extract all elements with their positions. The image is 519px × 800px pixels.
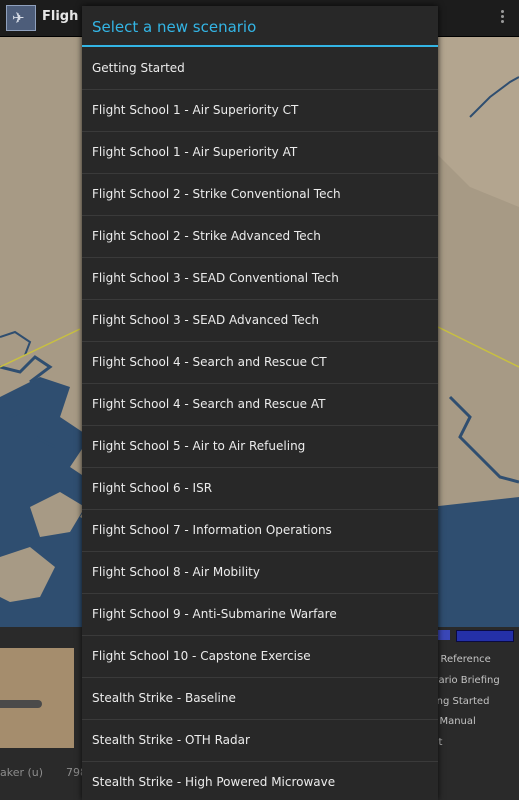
scenario-label: Getting Started bbox=[92, 61, 185, 75]
scenario-label: Flight School 3 - SEAD Conventional Tech bbox=[92, 271, 339, 285]
scenario-label: Stealth Strike - OTH Radar bbox=[92, 733, 250, 747]
scenario-item[interactable]: Flight School 3 - SEAD Conventional Tech bbox=[82, 258, 438, 300]
dialog-title: Select a new scenario bbox=[92, 18, 257, 36]
dialog-divider bbox=[82, 45, 438, 47]
scenario-item[interactable]: Stealth Strike - High Powered Microwave bbox=[82, 762, 438, 800]
scenario-label: Flight School 10 - Capstone Exercise bbox=[92, 649, 311, 663]
scenario-label: Flight School 4 - Search and Rescue CT bbox=[92, 355, 327, 369]
sensor-label: aker (u) bbox=[0, 766, 44, 779]
scenario-label: Flight School 4 - Search and Rescue AT bbox=[92, 397, 326, 411]
scenario-item[interactable]: Flight School 2 - Strike Advanced Tech bbox=[82, 216, 438, 258]
scenario-item[interactable]: Flight School 3 - SEAD Advanced Tech bbox=[82, 300, 438, 342]
aircraft-thumbnail[interactable] bbox=[0, 648, 74, 748]
aircraft-icon[interactable]: ✈ bbox=[6, 5, 36, 31]
scenario-item[interactable]: Flight School 6 - ISR bbox=[82, 468, 438, 510]
scenario-label: Flight School 1 - Air Superiority AT bbox=[92, 145, 298, 159]
scenario-item[interactable]: Getting Started bbox=[82, 48, 438, 90]
scenario-item[interactable]: Flight School 1 - Air Superiority AT bbox=[82, 132, 438, 174]
scenario-item[interactable]: Flight School 4 - Search and Rescue CT bbox=[82, 342, 438, 384]
scenario-item[interactable]: Stealth Strike - OTH Radar bbox=[82, 720, 438, 762]
scenario-label: Flight School 2 - Strike Advanced Tech bbox=[92, 229, 321, 243]
scenario-item[interactable]: Flight School 4 - Search and Rescue AT bbox=[82, 384, 438, 426]
scenario-item[interactable]: Flight School 5 - Air to Air Refueling bbox=[82, 426, 438, 468]
scenario-label: Flight School 9 - Anti-Submarine Warfare bbox=[92, 607, 337, 621]
scenario-label: Flight School 6 - ISR bbox=[92, 481, 213, 495]
overflow-menu-icon[interactable] bbox=[497, 8, 507, 28]
scenario-label: Flight School 3 - SEAD Advanced Tech bbox=[92, 313, 319, 327]
status-indicator bbox=[438, 630, 450, 640]
status-gauge bbox=[456, 630, 514, 642]
scenario-list[interactable]: Getting Started Flight School 1 - Air Su… bbox=[82, 48, 438, 800]
scenario-label: Flight School 5 - Air to Air Refueling bbox=[92, 439, 306, 453]
scenario-item[interactable]: Flight School 10 - Capstone Exercise bbox=[82, 636, 438, 678]
scenario-label: Flight School 7 - Information Operations bbox=[92, 523, 332, 537]
scenario-label: Stealth Strike - Baseline bbox=[92, 691, 236, 705]
scenario-label: Stealth Strike - High Powered Microwave bbox=[92, 775, 336, 789]
scenario-item[interactable]: Flight School 1 - Air Superiority CT bbox=[82, 90, 438, 132]
scenario-label: Flight School 2 - Strike Conventional Te… bbox=[92, 187, 341, 201]
scenario-item[interactable]: Flight School 7 - Information Operations bbox=[82, 510, 438, 552]
scenario-label: Flight School 8 - Air Mobility bbox=[92, 565, 260, 579]
missile-icon bbox=[0, 700, 42, 708]
scenario-item[interactable]: Flight School 8 - Air Mobility bbox=[82, 552, 438, 594]
app-title: Flight S bbox=[42, 9, 78, 24]
scenario-item[interactable]: Flight School 9 - Anti-Submarine Warfare bbox=[82, 594, 438, 636]
scenario-dialog: Select a new scenario Getting Started Fl… bbox=[82, 6, 438, 800]
scenario-item[interactable]: Flight School 2 - Strike Conventional Te… bbox=[82, 174, 438, 216]
scenario-label: Flight School 1 - Air Superiority CT bbox=[92, 103, 299, 117]
scenario-item[interactable]: Stealth Strike - Baseline bbox=[82, 678, 438, 720]
